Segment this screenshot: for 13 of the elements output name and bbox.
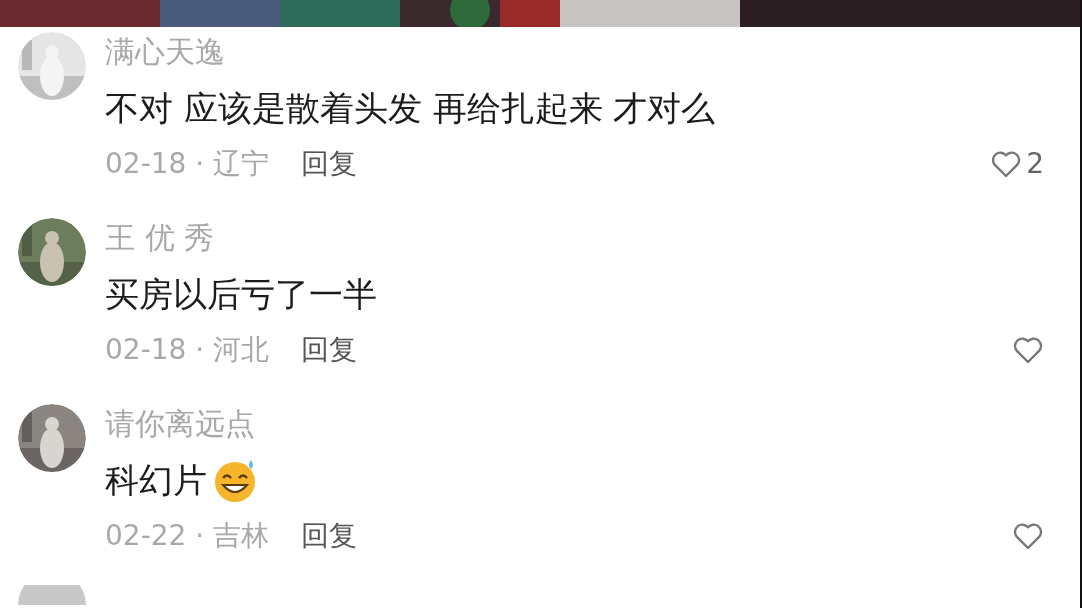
comment-text: 科幻片 [105,459,207,502]
heart-icon[interactable] [1012,521,1044,551]
reply-button[interactable]: 回复 [301,329,358,371]
like-count: 2 [1026,146,1044,182]
date-location: 02-22 · 吉林 [105,518,270,554]
reply-button[interactable]: 回复 [301,515,358,557]
comment-text: 不对 应该是散着头发 再给扎起来 才对么 [105,87,716,130]
heart-icon[interactable] [990,149,1023,179]
date-location: 02-18 · 河北 [105,332,270,368]
reply-button[interactable]: 回复 [301,143,358,185]
comment-text: 买房以后亏了一半 [105,273,377,316]
heart-icon[interactable] [1012,335,1044,365]
date-location: 02-18 · 辽宁 [105,146,270,182]
